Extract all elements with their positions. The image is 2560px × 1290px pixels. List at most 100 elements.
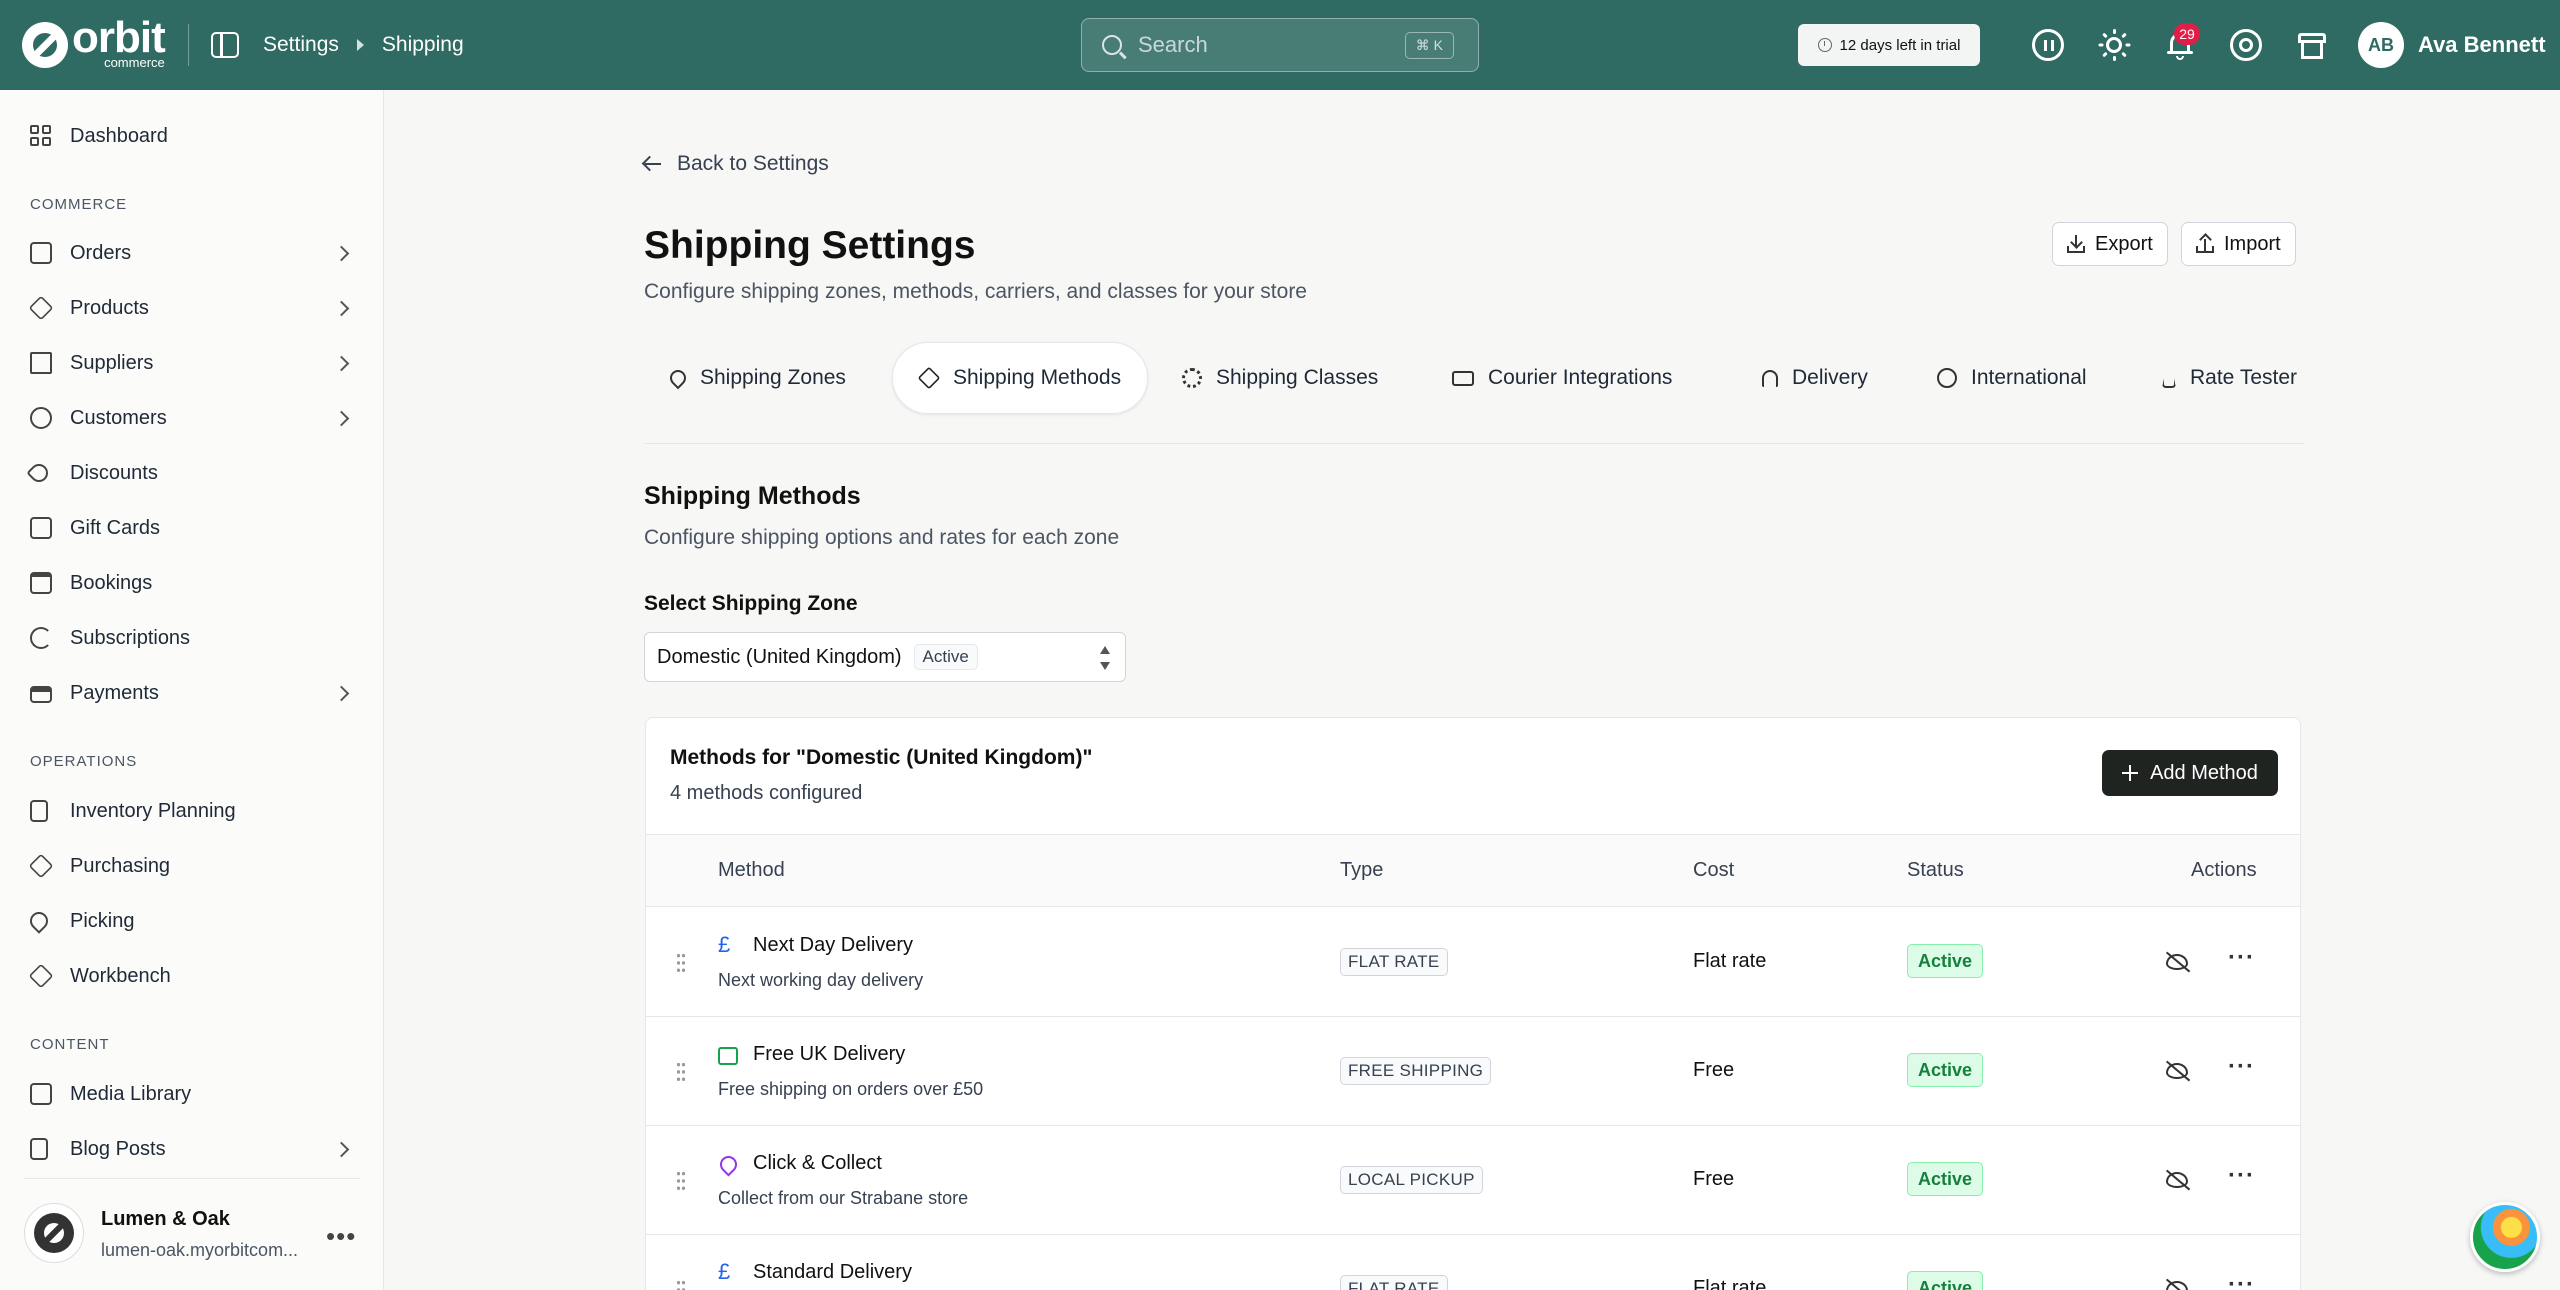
eye-off-icon[interactable] — [2166, 1172, 2188, 1188]
eye-off-icon[interactable] — [2166, 954, 2188, 970]
sidebar-item-orders[interactable]: Orders — [0, 228, 384, 278]
tab-rate-tester[interactable]: Rate Tester — [2162, 342, 2297, 414]
workspace-logo[interactable] — [24, 1203, 84, 1263]
back-label: Back to Settings — [677, 152, 829, 175]
upload-icon — [2196, 233, 2214, 253]
pound-icon: £ — [718, 1259, 731, 1284]
sidebar-item-customers[interactable]: Customers — [0, 393, 384, 443]
zone-select-label: Select Shipping Zone — [644, 592, 858, 615]
sidebar-item-media-library[interactable]: Media Library — [0, 1069, 384, 1119]
storefront-icon[interactable] — [2296, 29, 2328, 61]
flask-icon — [2162, 368, 2176, 388]
zone-status-badge: Active — [913, 644, 978, 670]
more-actions-icon[interactable]: ··· — [2228, 1162, 2255, 1190]
zone-select-value: Domestic (United Kingdom) — [657, 645, 902, 668]
tab-courier-integrations[interactable]: Courier Integrations — [1452, 342, 1672, 414]
customers-users-icon — [30, 407, 52, 429]
zone-select[interactable]: Domestic (United Kingdom) Active — [644, 632, 1126, 682]
search-input[interactable]: Search ⌘ K — [1081, 18, 1479, 72]
sidebar-item-label: Suppliers — [70, 351, 154, 374]
sidebar-item-payments[interactable]: Payments — [0, 668, 384, 718]
sidebar-item-inventory-planning[interactable]: Inventory Planning — [0, 786, 384, 836]
help-lifebuoy-icon[interactable] — [2230, 29, 2262, 61]
drag-handle-icon[interactable] — [676, 1061, 686, 1083]
pound-icon: £ — [718, 932, 731, 957]
tab-shipping-zones[interactable]: Shipping Zones — [666, 342, 846, 414]
tab-shipping-methods[interactable]: Shipping Methods — [892, 342, 1149, 414]
sidebar-item-gift-cards[interactable]: Gift Cards — [0, 503, 384, 553]
pause-icon[interactable] — [2032, 29, 2064, 61]
trial-badge[interactable]: 12 days left in trial — [1798, 24, 1980, 66]
user-name[interactable]: Ava Bennett — [2418, 32, 2546, 58]
sidebar: Dashboard COMMERCE Orders Products Suppl… — [0, 90, 384, 1290]
select-arrows-icon — [1099, 646, 1111, 670]
method-description: Next working day delivery — [718, 970, 924, 990]
suppliers-building-icon — [30, 352, 52, 374]
package-icon — [28, 853, 54, 879]
map-pin-icon — [666, 366, 690, 390]
section-subtitle: Configure shipping options and rates for… — [644, 526, 1120, 549]
trial-text: 12 days left in trial — [1839, 36, 1961, 54]
sidebar-item-subscriptions[interactable]: Subscriptions — [0, 613, 384, 663]
sidebar-item-blog-posts[interactable]: Blog Posts — [0, 1124, 384, 1174]
tab-delivery[interactable]: Delivery — [1762, 342, 1868, 414]
tab-shipping-classes[interactable]: Shipping Classes — [1182, 342, 1378, 414]
eye-off-icon[interactable] — [2166, 1281, 2188, 1290]
sidebar-item-products[interactable]: Products — [0, 283, 384, 333]
table-row[interactable]: Free UK Delivery Free shipping on orders… — [646, 1017, 2300, 1126]
sidebar-item-label: Orders — [70, 241, 132, 264]
sidebar-item-picking[interactable]: Picking — [0, 896, 384, 946]
workbench-box-icon — [28, 963, 54, 989]
sidebar-toggle-icon[interactable] — [211, 32, 239, 58]
top-bar: orbit commerce Settings Shipping Search … — [0, 0, 2560, 90]
map-pin-icon — [716, 1152, 741, 1177]
sidebar-item-purchasing[interactable]: Purchasing — [0, 841, 384, 891]
drag-handle-icon[interactable] — [676, 1279, 686, 1290]
document-icon — [30, 1138, 48, 1160]
column-header-type: Type — [1340, 859, 1384, 881]
method-name: Standard Delivery — [753, 1261, 912, 1283]
drag-handle-icon[interactable] — [676, 952, 686, 974]
theme-toggle-sun-icon[interactable] — [2098, 29, 2130, 61]
sidebar-item-discounts[interactable]: Discounts — [0, 448, 384, 498]
sidebar-item-dashboard[interactable]: Dashboard — [0, 111, 384, 161]
shipping-tabs: Shipping Zones Shipping Methods Shipping… — [644, 342, 2304, 444]
section-label-content: CONTENT — [30, 1036, 110, 1053]
chevron-right-icon — [333, 300, 350, 316]
method-name: Next Day Delivery — [753, 934, 914, 956]
chevron-right-icon — [333, 245, 350, 261]
table-row[interactable]: Click & Collect Collect from our Straban… — [646, 1126, 2300, 1235]
column-header-cost: Cost — [1693, 859, 1735, 881]
import-label: Import — [2224, 232, 2281, 255]
table-row[interactable]: £ Next Day Delivery Next working day del… — [646, 908, 2300, 1017]
tab-label: Delivery — [1792, 366, 1868, 389]
tab-label: Shipping Methods — [953, 366, 1122, 389]
page-title: Shipping Settings — [644, 224, 976, 267]
eye-off-icon[interactable] — [2166, 1063, 2188, 1079]
add-method-button[interactable]: Add Method — [2102, 750, 2278, 796]
package-icon — [917, 366, 941, 390]
export-button[interactable]: Export — [2052, 222, 2168, 266]
more-actions-icon[interactable]: ··· — [2228, 944, 2255, 972]
workspace-name[interactable]: Lumen & Oak — [101, 1208, 230, 1231]
sidebar-item-bookings[interactable]: Bookings — [0, 558, 384, 608]
orbit-logo[interactable]: orbit commerce — [22, 15, 172, 69]
sidebar-item-workbench[interactable]: Workbench — [0, 951, 384, 1001]
breadcrumb-shipping: Shipping — [381, 33, 464, 56]
tab-label: International — [1971, 366, 2087, 389]
back-to-settings-link[interactable]: Back to Settings — [645, 152, 829, 176]
user-avatar[interactable]: AB — [2358, 22, 2404, 68]
sidebar-item-suppliers[interactable]: Suppliers — [0, 338, 384, 388]
drag-handle-icon[interactable] — [676, 1170, 686, 1192]
workspace-more-icon[interactable]: ••• — [326, 1221, 356, 1252]
tab-international[interactable]: International — [1937, 342, 2087, 414]
import-button[interactable]: Import — [2181, 222, 2296, 266]
method-status-badge: Active — [1907, 1162, 1984, 1196]
section-label-commerce: COMMERCE — [30, 196, 128, 213]
table-row[interactable]: £ Standard Delivery FLAT RATE Flat rate … — [646, 1235, 2300, 1290]
breadcrumb-settings[interactable]: Settings — [263, 33, 339, 57]
more-actions-icon[interactable]: ··· — [2228, 1053, 2255, 1081]
floating-assistant-button[interactable] — [2470, 1202, 2540, 1272]
more-actions-icon[interactable]: ··· — [2228, 1271, 2255, 1290]
clock-icon — [1817, 38, 1832, 52]
